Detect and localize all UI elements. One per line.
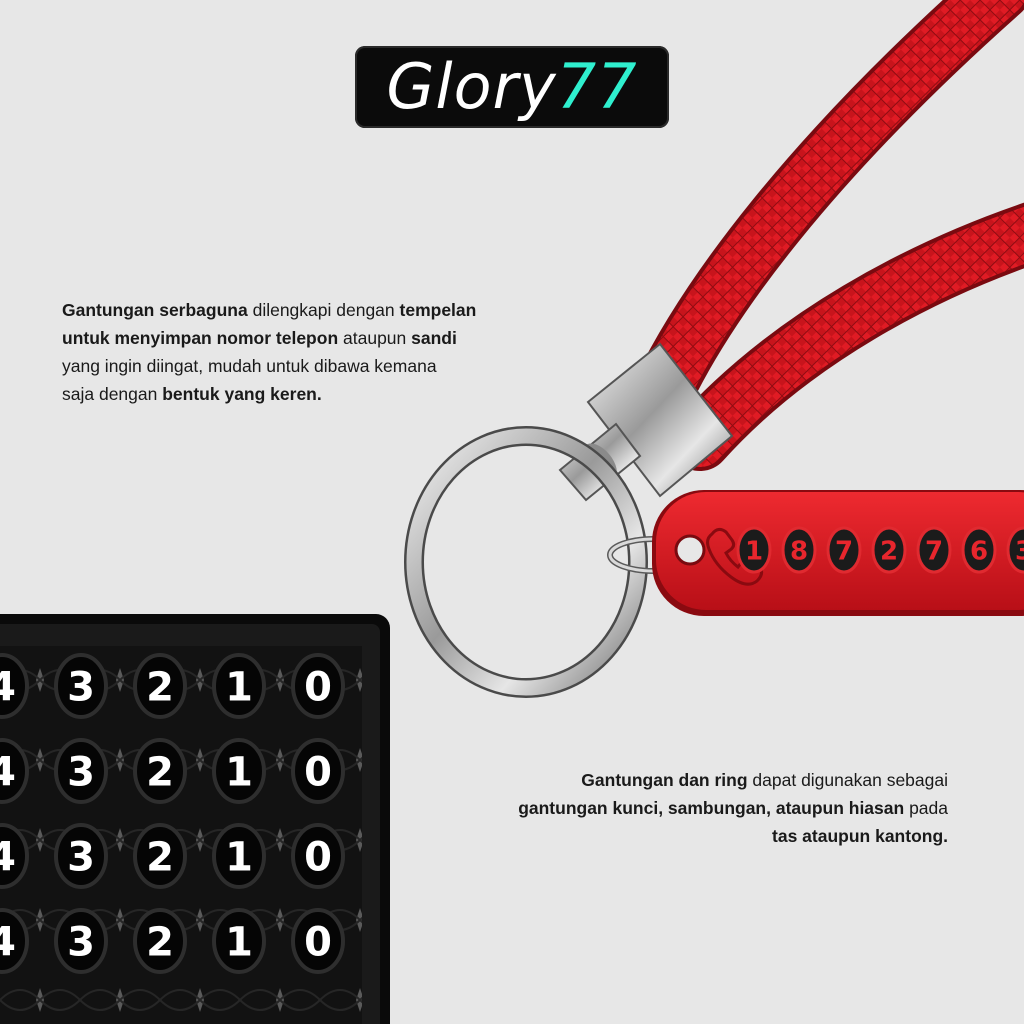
- sheet-digit-label: 4: [0, 919, 16, 965]
- caption-bold: gantungan kunci, sambungan, ataupun hias…: [518, 798, 905, 818]
- tag-digit-label: 7: [835, 536, 853, 566]
- caption-bold: untuk menyimpan nomor telepon: [62, 328, 339, 348]
- sheet-digit-label: 1: [225, 749, 253, 795]
- caption-line: Gantungan serbaguna dilengkapi dengan te…: [62, 296, 602, 324]
- caption-bold: Gantungan serbaguna: [62, 300, 248, 320]
- braided-strap: [619, 0, 1024, 471]
- sheet-digit-label: 1: [225, 919, 253, 965]
- product-photo-scene: 1872763 43210432104321043210: [0, 0, 1024, 1024]
- sheet-digit-label: 3: [67, 664, 95, 710]
- sheet-digit-label: 1: [225, 664, 253, 710]
- sheet-digit: 2: [133, 908, 187, 974]
- sheet-digit: 0: [291, 653, 345, 719]
- caption-bold: bentuk yang keren.: [162, 384, 322, 404]
- sheet-digit-label: 2: [146, 664, 174, 710]
- sheet-digit-label: 4: [0, 749, 16, 795]
- sheet-digit: 2: [133, 823, 187, 889]
- sheet-digit-label: 2: [146, 749, 174, 795]
- tag-digit: 1: [736, 526, 772, 574]
- tag-digit: 6: [961, 526, 997, 574]
- tag-digit-label: 8: [790, 536, 808, 566]
- caption-bold: Gantungan dan ring: [581, 770, 748, 790]
- caption-line: Gantungan dan ring dapat digunakan sebag…: [380, 766, 948, 794]
- caption-bold: tempelan: [399, 300, 477, 320]
- caption-ring-usage: Gantungan dan ring dapat digunakan sebag…: [380, 766, 948, 850]
- sheet-digit: 0: [291, 823, 345, 889]
- tag-digit-label: 3: [1015, 536, 1024, 566]
- caption-line: tas ataupun kantong.: [380, 822, 948, 850]
- caption-line: yang ingin diingat, mudah untuk dibawa k…: [62, 352, 602, 380]
- brand-logo: Glory 77: [355, 46, 669, 128]
- caption-bold: tas ataupun kantong.: [772, 826, 948, 846]
- logo-number: 77: [556, 50, 638, 123]
- caption-text: pada: [904, 798, 948, 818]
- caption-bold: sandi: [411, 328, 457, 348]
- sheet-digit: 1: [212, 738, 266, 804]
- sheet-digit-label: 4: [0, 834, 16, 880]
- sheet-digit: 1: [212, 908, 266, 974]
- sheet-digit-label: 0: [304, 919, 332, 965]
- sheet-digit: 2: [133, 653, 187, 719]
- sheet-digit-label: 0: [304, 834, 332, 880]
- caption-text: dapat digunakan sebagai: [747, 770, 948, 790]
- tag-digit: 2: [871, 526, 907, 574]
- caption-text: saja dengan: [62, 384, 163, 404]
- tag-digit-label: 1: [745, 536, 763, 566]
- sheet-digit-label: 3: [67, 749, 95, 795]
- tag-digit: 8: [781, 526, 817, 574]
- sheet-digit: 2: [133, 738, 187, 804]
- sheet-digit-label: 0: [304, 749, 332, 795]
- tag-digit-label: 6: [970, 536, 988, 566]
- sheet-digit-label: 3: [67, 834, 95, 880]
- caption-multipurpose: Gantungan serbaguna dilengkapi dengan te…: [62, 296, 602, 408]
- sheet-digit: 3: [54, 823, 108, 889]
- sheet-digit-label: 2: [146, 834, 174, 880]
- sheet-digit-label: 4: [0, 664, 16, 710]
- caption-line: untuk menyimpan nomor telepon ataupun sa…: [62, 324, 602, 352]
- sheet-digit: 1: [212, 653, 266, 719]
- sheet-digit: 3: [54, 653, 108, 719]
- key-ring: [404, 426, 648, 698]
- sheet-digit: 1: [212, 823, 266, 889]
- tag-digit: 7: [916, 526, 952, 574]
- sheet-digit-label: 3: [67, 919, 95, 965]
- tag-digit: 7: [826, 526, 862, 574]
- number-tag: 1872763: [652, 490, 1024, 616]
- number-sticker-sheet: 4 3 2 1 0 4 3 2 1 0 4 3 2 1 0 4 3 2 1 0: [0, 614, 390, 1024]
- sheet-digit: 0: [291, 738, 345, 804]
- sheet-digit: 3: [54, 738, 108, 804]
- tag-digit-label: 7: [925, 536, 943, 566]
- caption-text: dilengkapi dengan: [247, 300, 400, 320]
- sheet-digit: 0: [291, 908, 345, 974]
- caption-line: gantungan kunci, sambungan, ataupun hias…: [380, 794, 948, 822]
- sheet-digit-label: 0: [304, 664, 332, 710]
- caption-text: ataupun: [338, 328, 412, 348]
- caption-text: yang ingin diingat, mudah untuk dibawa k…: [62, 356, 437, 376]
- sheet-digit-label: 2: [146, 919, 174, 965]
- sheet-digit-label: 1: [225, 834, 253, 880]
- logo-word: Glory: [386, 50, 557, 123]
- caption-line: saja dengan bentuk yang keren.: [62, 380, 602, 408]
- sheet-digit: 3: [54, 908, 108, 974]
- tag-digit-label: 2: [880, 536, 898, 566]
